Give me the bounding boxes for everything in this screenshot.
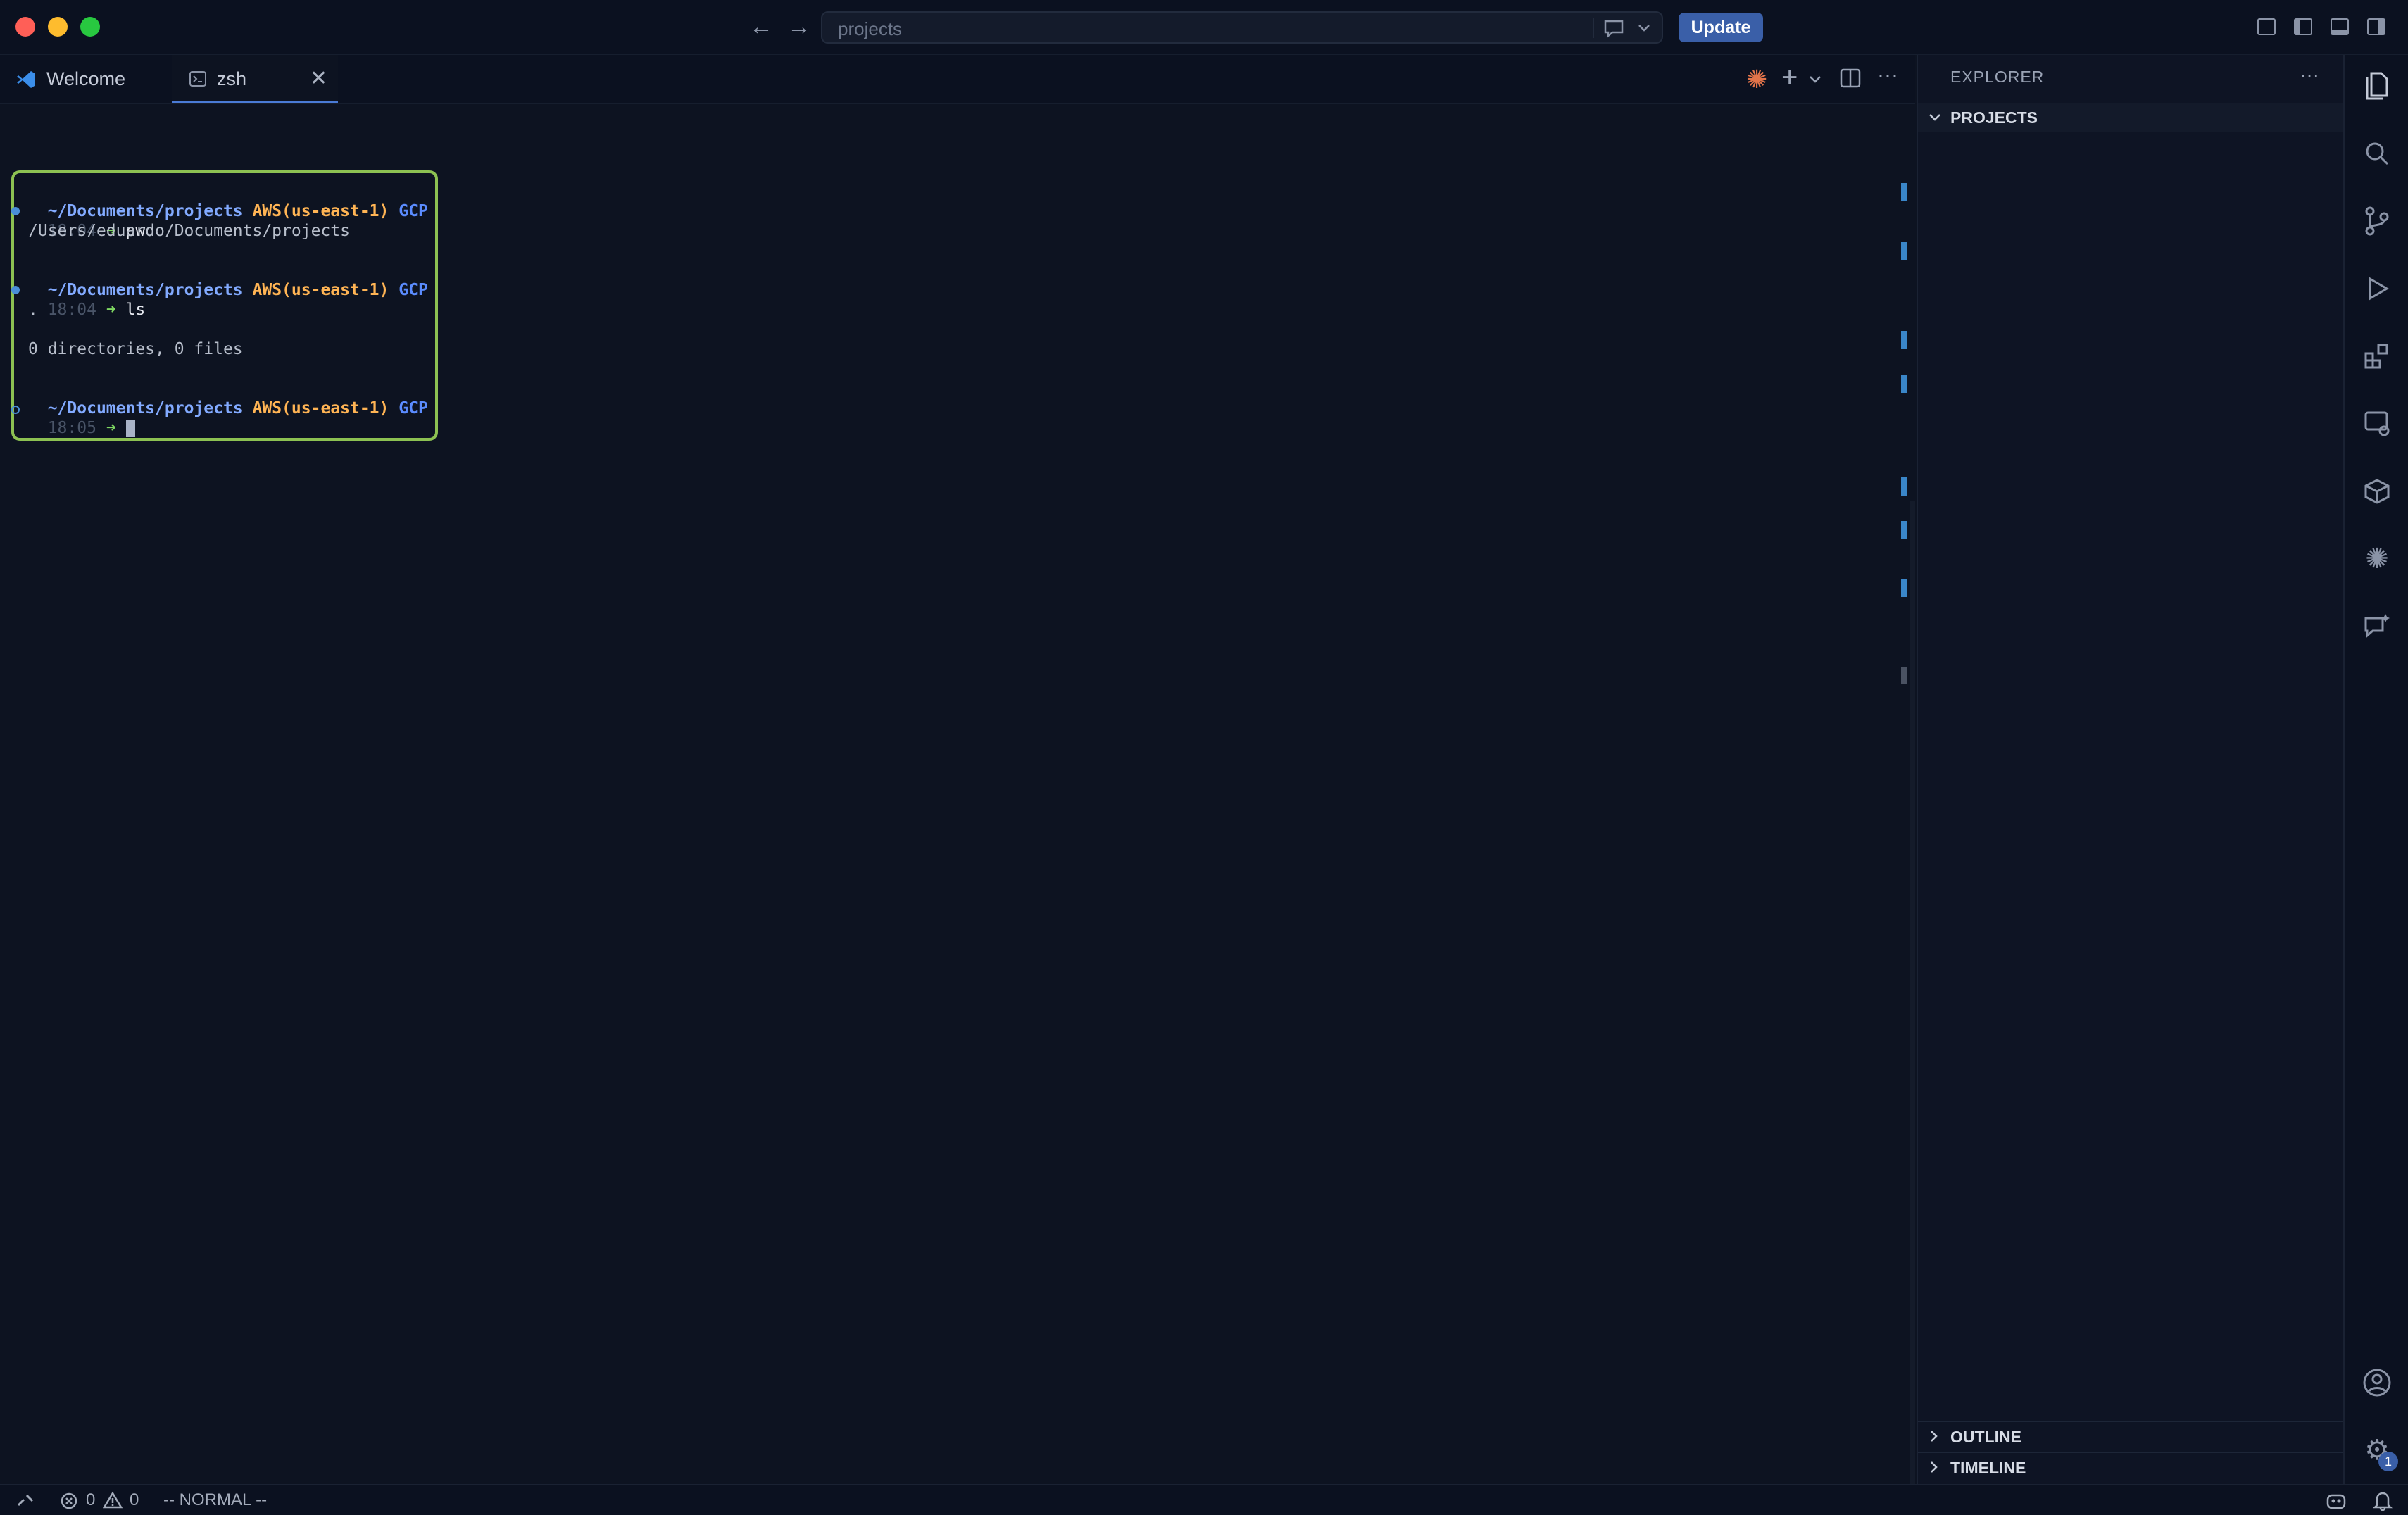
scrollbar-mark: [1901, 183, 1907, 201]
chat-icon[interactable]: [1603, 18, 1626, 38]
more-actions-icon[interactable]: ···: [1877, 63, 1898, 87]
explorer-sidebar: EXPLORER ··· PROJECTS OUTLINE TIMELINE: [1917, 55, 2345, 1484]
outline-label: OUTLINE: [1950, 1428, 2021, 1446]
close-window-button[interactable]: [15, 17, 35, 37]
command-line: 18:04 ➜ ls: [47, 301, 146, 319]
vim-mode: -- NORMAL --: [163, 1490, 268, 1509]
scrollbar-mark: [1901, 242, 1907, 260]
scrollbar-mark: [1901, 331, 1907, 349]
chevron-down-icon: [1929, 114, 1940, 121]
terminal-icon: [189, 71, 206, 87]
update-button[interactable]: Update: [1679, 13, 1763, 42]
remote-explorer-icon[interactable]: [2359, 406, 2395, 442]
prompt-line: ~/Documents/projects AWS(us-east-1) GCP: [47, 281, 428, 299]
tab-welcome[interactable]: Welcome: [13, 55, 170, 103]
copilot-icon[interactable]: [2325, 1490, 2347, 1511]
explorer-icon[interactable]: [2359, 68, 2395, 104]
toggle-primary-sidebar-icon[interactable]: [2294, 18, 2312, 35]
command-output: /Users/eduardo/Documents/projects: [28, 222, 350, 240]
scrollbar-mark: [1901, 579, 1907, 597]
warning-icon[interactable]: [103, 1491, 123, 1509]
chevron-right-icon: [1931, 1431, 1938, 1442]
toggle-panel-icon[interactable]: [2331, 18, 2349, 35]
activity-bar: ✺ ⚙ 1: [2343, 55, 2408, 1484]
run-debug-icon[interactable]: [2359, 270, 2395, 307]
chevron-down-icon[interactable]: [1808, 73, 1822, 86]
notifications-bell-icon[interactable]: [2373, 1490, 2393, 1511]
scrollbar-mark: [1901, 375, 1907, 393]
new-terminal-icon[interactable]: +: [1781, 62, 1798, 94]
tab-label: zsh: [217, 68, 247, 89]
close-tab-icon[interactable]: ✕: [310, 55, 327, 103]
chat-sparkle-icon[interactable]: [2359, 608, 2395, 645]
customize-layout-icon[interactable]: [2257, 18, 2276, 35]
claude-sparkle-icon[interactable]: ✺: [2359, 541, 2395, 577]
chevron-right-icon: [1931, 1461, 1938, 1473]
error-icon[interactable]: [61, 1492, 77, 1509]
warning-count[interactable]: 0: [130, 1490, 139, 1510]
outline-section[interactable]: OUTLINE: [1918, 1421, 2345, 1450]
timeline-section[interactable]: TIMELINE: [1918, 1452, 2345, 1481]
extensions-icon[interactable]: [2359, 338, 2395, 375]
account-icon[interactable]: [2359, 1364, 2395, 1401]
search-placeholder: projects: [838, 18, 903, 39]
settings-badge: 1: [2378, 1452, 2398, 1471]
terminal-cursor: [125, 420, 135, 437]
command-decoration-icon: [11, 406, 20, 414]
editor-tab-bar: Welcome zsh ✕ ✺ + ···: [0, 55, 1915, 104]
sidebar-title: EXPLORER: [1950, 68, 2045, 86]
folder-label: PROJECTS: [1950, 108, 2038, 127]
forward-arrow-icon[interactable]: →: [787, 13, 811, 41]
tab-zsh[interactable]: zsh ✕: [172, 55, 338, 103]
back-arrow-icon[interactable]: ←: [749, 13, 773, 41]
source-control-icon[interactable]: [2359, 203, 2395, 239]
command-output: .: [28, 301, 38, 319]
timeline-label: TIMELINE: [1950, 1459, 2026, 1477]
scrollbar-mark: [1901, 667, 1907, 684]
claude-sparkle-icon[interactable]: ✺: [1746, 65, 1767, 94]
command-center-search[interactable]: projects: [821, 11, 1663, 44]
scrollbar-mark: [1901, 521, 1907, 539]
command-decoration-icon: [11, 286, 20, 294]
title-bar: ← → projects Update: [0, 0, 2408, 55]
search-icon[interactable]: [2359, 135, 2395, 172]
folder-header-projects[interactable]: PROJECTS: [1918, 103, 2345, 132]
prompt-line: ~/Documents/projects AWS(us-east-1) GCP: [47, 202, 428, 220]
command-line: 18:05 ➜: [28, 398, 135, 437]
command-decoration-icon: [11, 207, 20, 215]
remote-indicator-icon[interactable]: [15, 1491, 35, 1509]
sidebar-more-icon[interactable]: ···: [2300, 63, 2319, 86]
error-count[interactable]: 0: [86, 1490, 95, 1510]
prompt-line: ~/Documents/projects AWS(us-east-1) GCP: [47, 399, 428, 417]
status-bar: 0 0 -- NORMAL --: [0, 1484, 2408, 1515]
scrollbar-mark: [1901, 477, 1907, 496]
vscode-logo-icon: [17, 71, 35, 88]
chevron-down-icon[interactable]: [1636, 21, 1652, 35]
minimize-window-button[interactable]: [48, 17, 68, 37]
tab-label: Welcome: [46, 68, 126, 89]
containers-icon[interactable]: [2359, 473, 2395, 510]
maximize-window-button[interactable]: [80, 17, 100, 37]
toggle-secondary-sidebar-icon[interactable]: [2367, 18, 2385, 35]
command-output: 0 directories, 0 files: [28, 340, 243, 358]
terminal-scrollbar[interactable]: [1910, 501, 1915, 1484]
command-line: 18:04 ➜ pwd: [47, 222, 156, 240]
split-editor-icon[interactable]: [1839, 68, 1862, 89]
